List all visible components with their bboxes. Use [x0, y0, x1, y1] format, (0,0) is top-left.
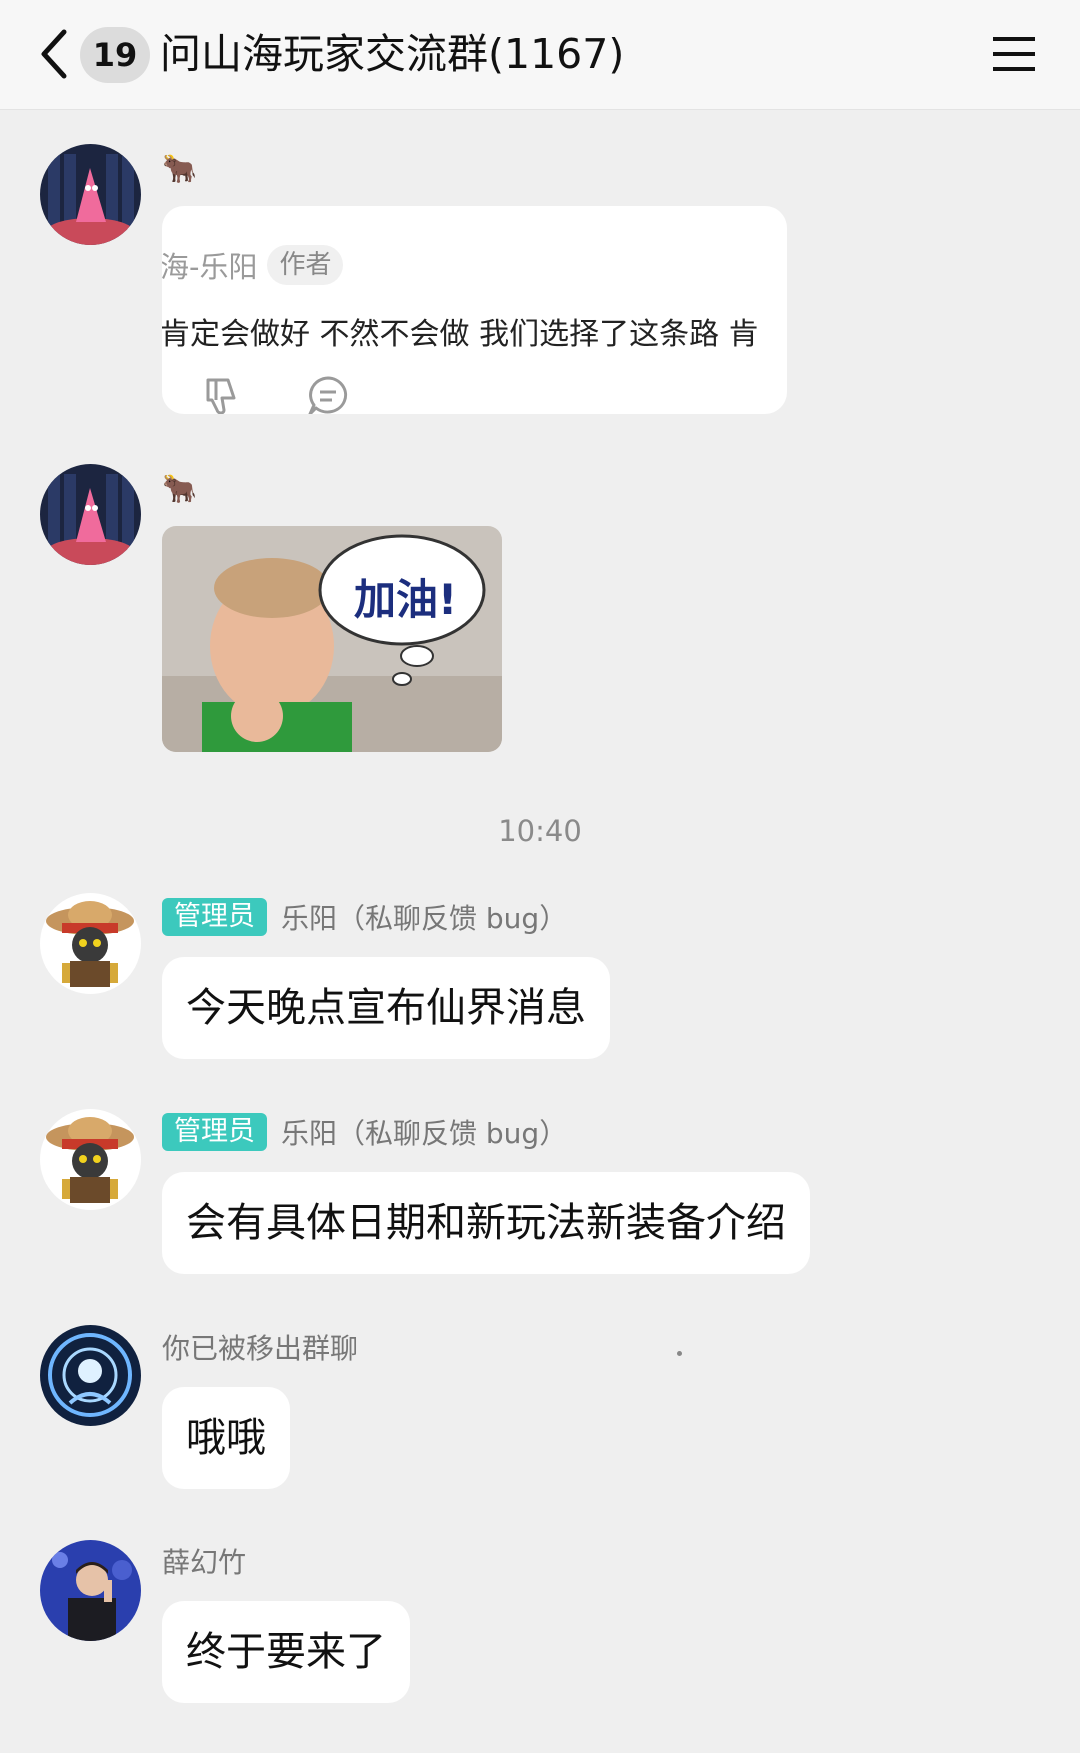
sender-name[interactable]: 🐂 [162, 472, 197, 505]
chat-header: 19 问山海玩家交流群(1167) [0, 0, 1080, 110]
sticker-caption: 加油! [354, 575, 458, 624]
quoted-post-card[interactable]: 海-乐阳 作者 肯定会做好 不然不会做 我们选择了这条路 肯 [162, 206, 787, 414]
avatar[interactable] [40, 1325, 141, 1426]
sender-line: 管理员 乐阳（私聊反馈 bug） [162, 897, 567, 937]
sticker-image[interactable]: 加油! [162, 526, 502, 752]
sender-name[interactable]: 薛幻竹 [162, 1541, 246, 1581]
comment-icon[interactable] [306, 374, 350, 414]
avatar[interactable] [40, 893, 141, 994]
message-bubble[interactable]: 哦哦 [162, 1387, 290, 1489]
quote-author-line: 海-乐阳 作者 [162, 244, 344, 286]
avatar[interactable] [40, 1109, 141, 1210]
sender-line: 你已被移出群聊 [162, 1327, 358, 1367]
sender-name[interactable]: 乐阳（私聊反馈 bug） [281, 897, 567, 937]
avatar[interactable] [40, 464, 141, 565]
admin-tag: 管理员 [162, 1113, 267, 1151]
sender-name[interactable]: 乐阳（私聊反馈 bug） [281, 1112, 567, 1152]
back-arrow-icon[interactable] [32, 24, 82, 84]
avatar[interactable] [40, 144, 141, 245]
author-tag: 作者 [267, 245, 344, 285]
sender-line: 管理员 乐阳（私聊反馈 bug） [162, 1112, 567, 1152]
admin-tag: 管理员 [162, 898, 267, 936]
message-bubble[interactable]: 终于要来了 [162, 1601, 410, 1703]
sender-name[interactable]: 🐂 [162, 152, 197, 185]
thumbs-down-icon[interactable] [202, 374, 246, 414]
sender-line: 🐂 [162, 468, 197, 508]
group-title[interactable]: 问山海玩家交流群(1167) [160, 24, 624, 84]
sender-name[interactable]: 你已被移出群聊 [162, 1327, 358, 1367]
dot-mark [677, 1351, 682, 1356]
quote-text: 肯定会做好 不然不会做 我们选择了这条路 肯 [162, 317, 759, 352]
avatar[interactable] [40, 1540, 141, 1641]
message-bubble[interactable]: 会有具体日期和新玩法新装备介绍 [162, 1172, 810, 1274]
quote-author-name: 海-乐阳 [162, 250, 258, 284]
sender-line: 薛幻竹 [162, 1541, 246, 1581]
menu-icon[interactable] [990, 30, 1038, 78]
unread-count-badge[interactable]: 19 [80, 27, 150, 83]
sender-line: 🐂 [162, 148, 197, 188]
message-bubble[interactable]: 今天晚点宣布仙界消息 [162, 957, 610, 1059]
time-divider: 10:40 [498, 814, 582, 848]
